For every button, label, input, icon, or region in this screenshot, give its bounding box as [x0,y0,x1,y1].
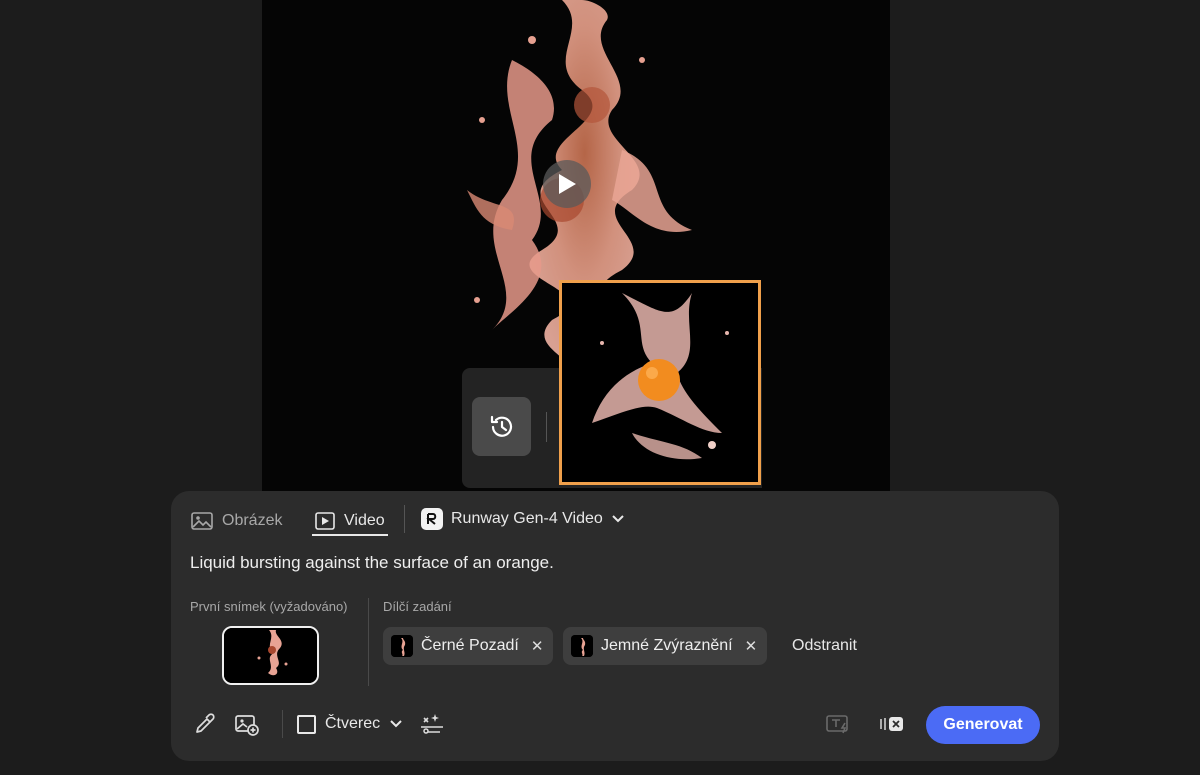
remove-button[interactable]: Odstranit [792,637,857,655]
play-icon [559,174,576,194]
video-icon [315,512,335,530]
eyedropper-icon[interactable] [191,710,219,738]
active-tab-indicator [312,534,388,536]
history-icon [490,415,512,437]
chip-label: Černé Pozadí [421,637,519,654]
sub-prompts-label: Dílčí zadání [383,599,452,614]
sub-prompt-chip[interactable]: Jemné Zvýraznění ✕ [563,627,768,665]
play-button[interactable] [543,160,591,208]
chip-thumbnail [391,635,413,657]
first-frame-label: První snímek (vyžadováno) [190,599,348,614]
close-icon[interactable]: ✕ [531,637,544,655]
section-divider [368,598,369,686]
camera-motion-icon[interactable] [418,710,446,738]
tabs-divider [404,505,405,533]
tab-image-label: Obrázek [222,512,283,529]
chip-thumbnail [571,635,593,657]
history-divider [546,412,547,442]
runway-logo-icon [421,508,443,530]
variations-icon[interactable] [878,710,906,738]
prompt-text[interactable]: Liquid bursting against the surface of a… [190,553,554,573]
image-icon [191,512,213,530]
first-frame-image [224,628,317,683]
aspect-label: Čtverec [325,715,381,732]
add-image-icon[interactable] [233,710,261,738]
orange-splash-thumbnail-image [562,283,758,482]
aspect-ratio-selector[interactable]: Čtverec [297,713,403,735]
text-to-video-icon [824,710,852,738]
tab-image[interactable]: Obrázek [190,506,282,536]
tab-video[interactable]: Video [314,506,385,536]
first-frame-thumbnail[interactable] [222,626,319,685]
chip-label: Jemné Zvýraznění [601,637,733,654]
chevron-down-icon [390,720,402,728]
generate-button[interactable]: Generovat [926,706,1040,744]
sub-prompt-chip[interactable]: Černé Pozadí ✕ [383,627,554,665]
chevron-down-icon [612,515,624,523]
close-icon[interactable]: ✕ [745,637,758,655]
model-selector[interactable]: Runway Gen-4 Video [421,506,625,532]
toolbar-divider [282,710,283,738]
model-label: Runway Gen-4 Video [451,510,603,527]
square-aspect-icon [297,714,316,734]
tab-video-label: Video [344,512,385,529]
history-thumbnail-selected[interactable] [559,280,761,485]
history-button[interactable] [472,397,531,456]
